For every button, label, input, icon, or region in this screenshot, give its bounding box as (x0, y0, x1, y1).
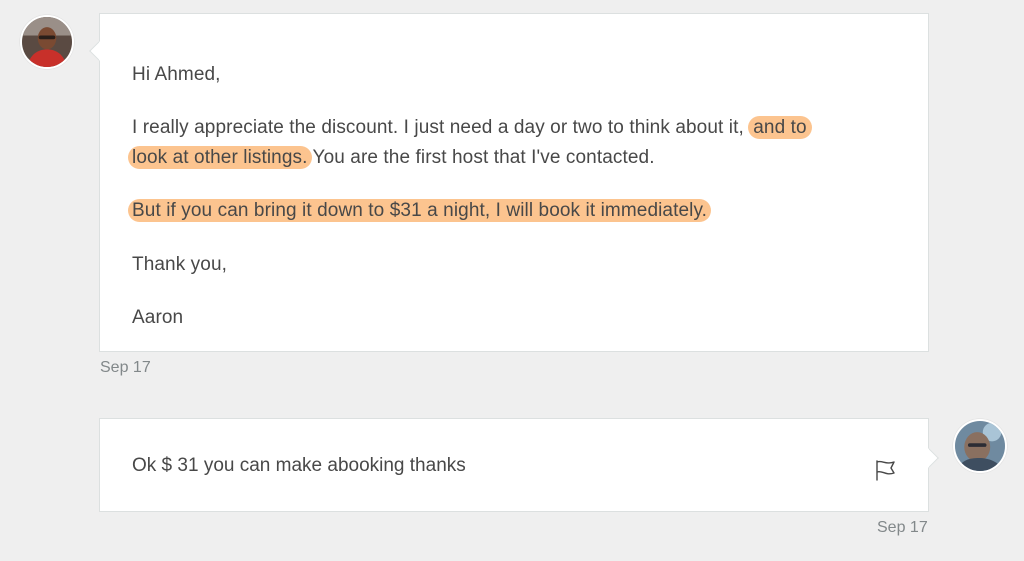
message-body-line-2: look at other listings. You are the firs… (128, 143, 655, 173)
message-timestamp: Sep 17 (877, 519, 928, 536)
highlighted-text: and to (748, 116, 812, 139)
avatar-image (22, 17, 72, 67)
highlighted-text: But if you can bring it down to $31 a ni… (128, 199, 712, 222)
highlighted-text: look at other listings. (128, 146, 312, 169)
message-text: Ok $ 31 you can make abooking thanks (132, 455, 466, 476)
sender-avatar-ahmed[interactable] (953, 419, 1007, 473)
message-body-line-1: I really appreciate the discount. I just… (132, 113, 812, 143)
message-timestamp: Sep 17 (100, 359, 151, 376)
message-bubble-outgoing: Ok $ 31 you can make abooking thanks (99, 418, 939, 512)
flag-icon[interactable] (873, 457, 899, 483)
message-text: I really appreciate the discount. I just… (132, 117, 744, 138)
message-closing: Thank you, (132, 254, 227, 275)
message-signature: Aaron (132, 307, 184, 328)
bubble-tail (89, 41, 109, 61)
message-body-line-3: But if you can bring it down to $31 a ni… (128, 196, 712, 226)
avatar-image (955, 421, 1005, 471)
sender-avatar-aaron[interactable] (20, 15, 74, 69)
bubble-tail (919, 448, 939, 468)
message-text: You are the first host that I've contact… (312, 147, 655, 168)
message-greeting: Hi Ahmed, (132, 64, 221, 85)
message-bubble-incoming: Hi Ahmed, I really appreciate the discou… (89, 13, 929, 352)
